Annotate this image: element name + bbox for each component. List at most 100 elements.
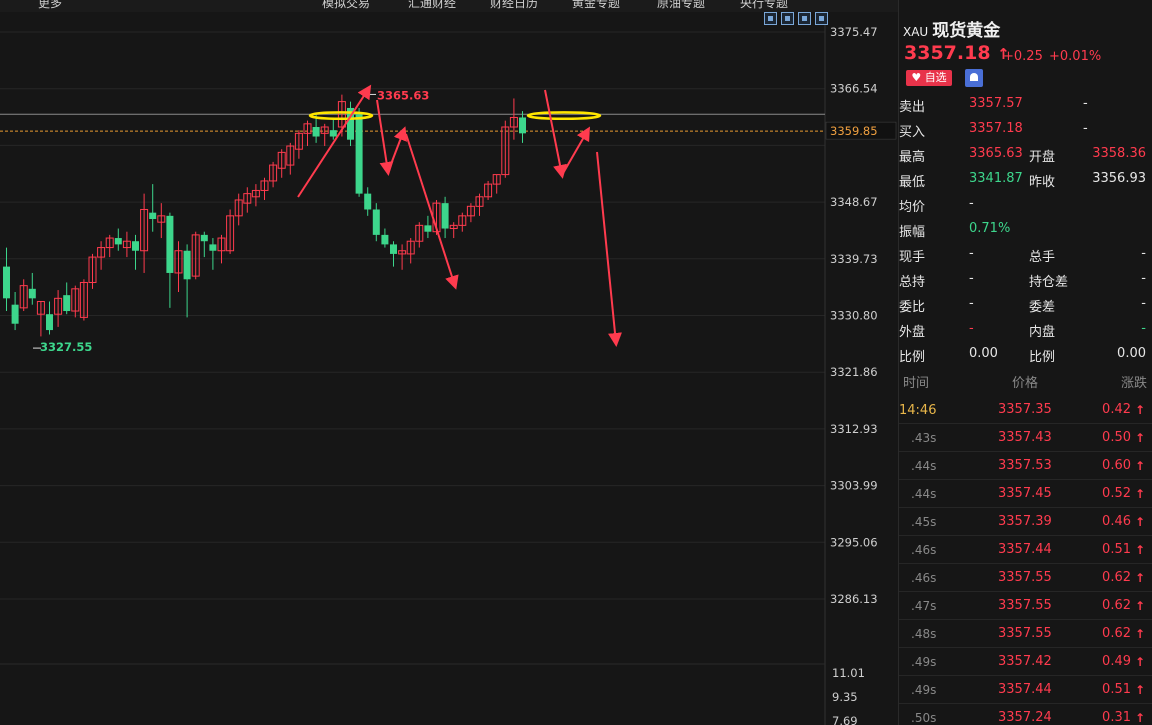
candle-body (441, 203, 449, 229)
volume-tick-label: 11.01 (832, 666, 865, 680)
toolbar-item[interactable]: 模拟交易 (322, 0, 370, 11)
up-arrow-icon: ↑ (1134, 459, 1145, 473)
stat-value: - (969, 246, 974, 261)
y-tick-label: 3312.93 (830, 422, 878, 436)
heart-icon: ♥ (911, 71, 922, 84)
tick-change: 0.31 (1102, 710, 1131, 725)
tick-row[interactable]: .44s 3357.53 0.60 ↑ (899, 452, 1152, 480)
stat-value: 3357.18 (969, 121, 1023, 136)
header-change: 涨跌 (1120, 376, 1147, 391)
stat-value: 3356.93 (1092, 171, 1146, 186)
tick-row[interactable]: .46s 3357.44 0.51 ↑ (899, 536, 1152, 564)
fullscreen-icon[interactable] (815, 12, 828, 25)
tick-row[interactable]: .48s 3357.55 0.62 ↑ (899, 620, 1152, 648)
tick-row[interactable]: .47s 3357.55 0.62 ↑ (899, 592, 1152, 620)
tick-header: 时间 价格 涨跌 (899, 372, 1152, 392)
annotation-arrow (376, 99, 394, 176)
tick-change: 0.62 (1102, 570, 1131, 585)
stat-value: - (1141, 246, 1146, 261)
price-change-pct: +0.01% (1049, 49, 1102, 64)
tick-price: 3357.39 (998, 514, 1052, 529)
tick-row[interactable]: 14:46 3357.35 0.42 ↑ (899, 396, 1152, 424)
toolbar-item[interactable]: 财经日历 (490, 0, 538, 11)
toolbar-item[interactable]: 央行专题 (740, 0, 788, 11)
tick-row[interactable]: .49s 3357.44 0.51 ↑ (899, 676, 1152, 704)
tick-change: 0.50 (1102, 430, 1131, 445)
tick-price: 3357.45 (998, 486, 1052, 501)
y-tick-label: 3286.13 (830, 592, 878, 606)
candle-body (381, 234, 389, 245)
add-favorite-button[interactable]: ♥ 自选 (906, 70, 952, 86)
instrument-code: XAU (903, 25, 929, 39)
tick-time: 14:46 (899, 403, 937, 418)
stat-value: 0.00 (969, 346, 998, 361)
candle-body (166, 215, 174, 273)
stat-label: 比例 (1029, 350, 1056, 365)
tick-row[interactable]: .46s 3357.55 0.62 ↑ (899, 564, 1152, 592)
y-tick-label: 3330.80 (830, 309, 878, 323)
candle-body (209, 244, 217, 251)
kline-chart[interactable]: 3375.47 3366.54 3348.67 3339.73 3330.80 3321.… (0, 12, 898, 725)
instrument-name: 现货黄金 (932, 21, 1001, 41)
highlight-ellipse (526, 111, 602, 121)
stat-label: 持仓差 (1029, 275, 1069, 290)
toolbar-item[interactable]: 黄金专题 (572, 0, 620, 11)
tick-time: .43s (911, 431, 937, 445)
tick-change: 0.62 (1102, 626, 1131, 641)
header-time: 时间 (903, 376, 930, 391)
candle-body (312, 126, 320, 137)
tick-time: .46s (911, 571, 937, 585)
annotation-arrow (387, 126, 407, 173)
stat-value: - (1141, 321, 1146, 336)
stat-label: 现手 (899, 250, 926, 265)
tick-change: 0.46 (1102, 514, 1131, 529)
tick-time: .48s (911, 627, 937, 641)
tick-row[interactable]: .50s 3357.24 0.31 ↑ (899, 704, 1152, 725)
tick-change: 0.52 (1102, 486, 1131, 501)
stat-label: 最低 (899, 175, 926, 190)
tick-time: .50s (911, 711, 937, 725)
stat-value: 0.71% (969, 221, 1011, 236)
toolbar-item[interactable]: 汇通财经 (408, 0, 456, 11)
layout-icon[interactable] (764, 12, 777, 25)
period-icon[interactable] (798, 12, 811, 25)
candle-body (355, 114, 363, 194)
tick-price: 3357.55 (998, 570, 1052, 585)
tick-time: .46s (911, 543, 937, 557)
tick-row[interactable]: .49s 3357.42 0.49 ↑ (899, 648, 1152, 676)
indicator-icon[interactable] (781, 12, 794, 25)
tick-change: 0.42 (1102, 402, 1131, 417)
stat-label: 买入 (899, 125, 926, 140)
stat-value: - (1141, 271, 1146, 286)
current-price-label: 3359.85 (830, 124, 878, 138)
toolbar-item[interactable]: 原油专题 (657, 0, 705, 11)
stat-value: 3357.57 (969, 96, 1023, 111)
alert-bell-icon[interactable] (965, 69, 983, 87)
tick-time: .47s (911, 599, 937, 613)
candle-body (183, 250, 191, 280)
y-tick-label: 3339.73 (830, 252, 878, 266)
stat-label: 卖出 (899, 100, 926, 115)
stat-label: 总持 (899, 275, 926, 290)
tick-time: .44s (911, 487, 937, 501)
annotation-arrow (596, 151, 622, 347)
tick-row[interactable]: .44s 3357.45 0.52 ↑ (899, 480, 1152, 508)
high-label: 3365.63 (377, 88, 429, 102)
stat-label: 比例 (899, 350, 926, 365)
stat-label: 昨收 (1029, 175, 1056, 190)
tick-row[interactable]: .45s 3357.39 0.46 ↑ (899, 508, 1152, 536)
up-arrow-icon: ↑ (1134, 515, 1145, 529)
quote-panel: XAU 现货黄金 3357.18 ↑ +0.25 +0.01% ♥ 自选 卖出 33… (898, 0, 1152, 725)
tick-row[interactable]: .43s 3357.43 0.50 ↑ (899, 424, 1152, 452)
tick-price: 3357.24 (998, 710, 1052, 725)
tick-change: 0.51 (1102, 542, 1131, 557)
stat-value: - (969, 296, 974, 311)
kline-svg[interactable]: 3375.47 3366.54 3348.67 3339.73 3330.80 3321.… (0, 12, 898, 725)
y-tick-label: 3303.99 (830, 479, 878, 493)
stat-label: 总手 (1029, 250, 1056, 265)
up-arrow-icon: ↑ (1134, 431, 1145, 445)
candle-body (28, 288, 36, 299)
candle-body (200, 234, 208, 242)
toolbar-item[interactable]: 更多 (38, 0, 62, 11)
annotation-arrow (561, 126, 591, 176)
